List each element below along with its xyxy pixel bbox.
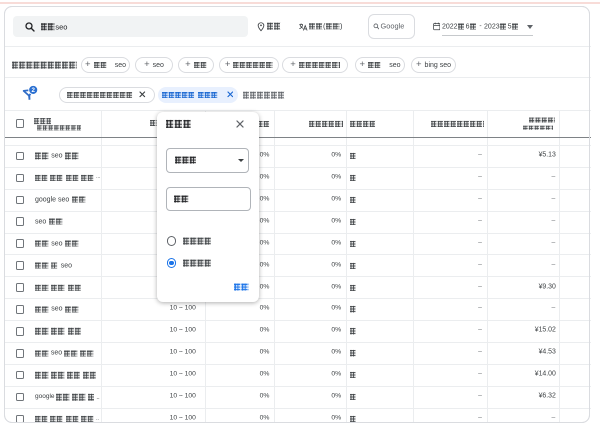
svg-text:2: 2 bbox=[32, 87, 36, 94]
